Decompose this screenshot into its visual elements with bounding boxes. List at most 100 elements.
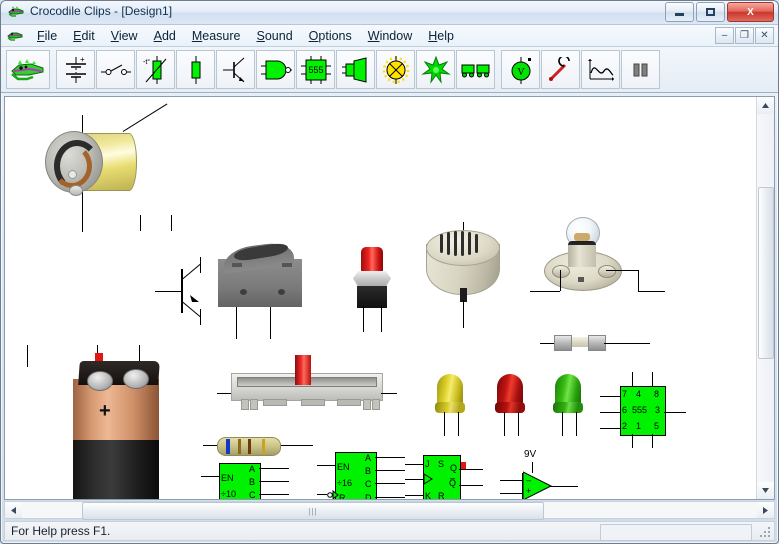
divide-by-16-counter[interactable]: EN ÷16 R A B C D [317, 449, 417, 499]
pause-tool-button[interactable] [621, 50, 660, 89]
jkff-qbar-label: Q̅ [449, 478, 457, 488]
menu-crocodile-icon[interactable] [7, 29, 23, 42]
menu-item-view[interactable]: View [103, 27, 146, 45]
scroll-down-button[interactable] [757, 482, 774, 499]
trolley-tool-button[interactable] [456, 50, 495, 89]
counter16-out-c: C [365, 479, 372, 489]
menu-item-edit[interactable]: Edit [65, 27, 103, 45]
scroll-left-button[interactable] [5, 502, 22, 518]
rocker-switch[interactable] [210, 237, 315, 342]
mdi-restore-button[interactable]: ❐ [735, 27, 754, 44]
menu-item-measure[interactable]: Measure [184, 27, 249, 45]
pin-3: 3 [655, 405, 661, 415]
counter16-out-d: D [365, 493, 372, 500]
counter10-out-a: A [249, 464, 256, 474]
counter16-enable-label: EN [337, 462, 350, 472]
horizontal-scrollbar-track[interactable]: ||| [22, 502, 757, 520]
opamp-positive-supply-label: 9V [524, 449, 537, 460]
menu-item-add[interactable]: Add [146, 27, 184, 45]
horizontal-scrollbar[interactable]: ||| [4, 501, 775, 520]
resize-grip-icon[interactable] [759, 526, 771, 538]
red-led[interactable] [495, 374, 531, 436]
status-message: For Help press F1. [11, 524, 111, 538]
menu-item-window[interactable]: Window [360, 27, 420, 45]
slider-potentiometer[interactable] [217, 355, 397, 419]
transistor-tool-button[interactable] [216, 50, 255, 89]
vertical-scrollbar-thumb[interactable] [758, 187, 774, 359]
probe-tool-button[interactable] [541, 50, 580, 89]
buzzer[interactable] [420, 222, 515, 337]
variable-resistor-tool-button[interactable]: -t° [136, 50, 175, 89]
loudspeaker-tool-button[interactable] [336, 50, 375, 89]
counter10-out-c: C [249, 490, 256, 500]
scroll-up-button[interactable] [757, 97, 774, 114]
green-led[interactable] [553, 374, 589, 436]
jkff-s-label: S [438, 459, 445, 469]
design-document: + 7 4 8 6 555 3 2 1 5 EN ÷10 A B C EN ÷1… [4, 96, 775, 500]
mdi-minimize-button[interactable]: – [715, 27, 734, 44]
jkff-q-label: Q [450, 463, 458, 473]
lamp-holder[interactable] [530, 215, 665, 325]
npn-transistor-symbol[interactable] [155, 257, 215, 325]
fuse-cap-left [554, 335, 572, 351]
motor-face [45, 131, 103, 193]
jk-flip-flop[interactable]: J S Q Q̅ K R [405, 452, 495, 499]
battery-polarity-label: + [99, 400, 111, 422]
counter16-reset-label: R [339, 493, 346, 500]
logic-gate-tool-button[interactable] [256, 50, 295, 89]
menu-bar: FFileile Edit View Add Measure Sound Opt… [1, 25, 778, 47]
jkff-j-label: J [425, 459, 430, 469]
minimize-button[interactable] [665, 2, 694, 22]
counter10-out-b: B [249, 477, 256, 487]
motor-lead-down [82, 210, 83, 232]
scroll-right-button[interactable] [757, 502, 774, 518]
counter16-divider-label: ÷16 [337, 478, 352, 488]
pin-7: 7 [622, 389, 628, 399]
close-button[interactable]: X [727, 2, 774, 22]
graph-tool-button[interactable] [581, 50, 620, 89]
switch-tool-button[interactable] [96, 50, 135, 89]
scrollbar-grip-icon: ||| [308, 506, 318, 516]
jkff-output-indicator [461, 462, 466, 469]
menu-item-sound[interactable]: Sound [249, 27, 301, 45]
counter10-enable-label: EN [221, 473, 234, 483]
status-bar: For Help press F1. [4, 521, 775, 541]
vertical-scrollbar[interactable] [756, 97, 774, 499]
pin-4: 4 [636, 389, 642, 399]
divide-by-10-counter[interactable]: EN ÷10 R A B C D [201, 460, 301, 499]
toolbar-group-components: + -t° 555 [56, 50, 495, 89]
title-bar-left: Crocodile Clips - [Design1] [8, 4, 172, 18]
ic-555-timer[interactable]: 7 4 8 6 555 3 2 1 5 [600, 372, 686, 448]
pin-5: 5 [654, 421, 660, 431]
battery-tool-button[interactable]: + [56, 50, 95, 89]
menu-item-file[interactable]: FFileile [29, 27, 65, 45]
potentiometer-knob[interactable] [295, 355, 311, 385]
battery-body: + [73, 361, 160, 499]
horizontal-scrollbar-thumb[interactable]: ||| [82, 502, 544, 520]
dc-motor[interactable] [35, 103, 168, 225]
pp3-battery[interactable]: + [67, 345, 177, 499]
op-amp[interactable]: 9V – + -9V [500, 449, 580, 499]
fuse[interactable] [540, 335, 650, 351]
voltmeter-tool-button[interactable]: V [501, 50, 540, 89]
circuit-canvas[interactable]: + 7 4 8 6 555 3 2 1 5 EN ÷10 A B C EN ÷1… [5, 97, 757, 499]
menu-item-help[interactable]: Help [420, 27, 462, 45]
lamp-tool-button[interactable] [376, 50, 415, 89]
resistor-body [217, 437, 281, 456]
mdi-close-button[interactable]: ✕ [755, 27, 774, 44]
counter16-out-a: A [365, 453, 372, 463]
yellow-led[interactable] [435, 374, 471, 436]
opamp-plus-label: + [526, 486, 532, 496]
motor-tool-button[interactable] [416, 50, 455, 89]
resistor[interactable] [203, 435, 313, 457]
resistor-tool-button[interactable] [176, 50, 215, 89]
push-button-cap [361, 247, 383, 273]
toolbar-group-instruments: V [501, 50, 660, 89]
menu-item-options[interactable]: Options [301, 27, 360, 45]
push-button-body [357, 286, 387, 308]
maximize-button[interactable] [696, 2, 725, 22]
push-button-switch[interactable] [345, 243, 405, 333]
title-bar: Crocodile Clips - [Design1] X [1, 1, 778, 25]
ic-555-tool-button[interactable]: 555 [296, 50, 335, 89]
crocodile-logo-button[interactable] [6, 50, 50, 89]
